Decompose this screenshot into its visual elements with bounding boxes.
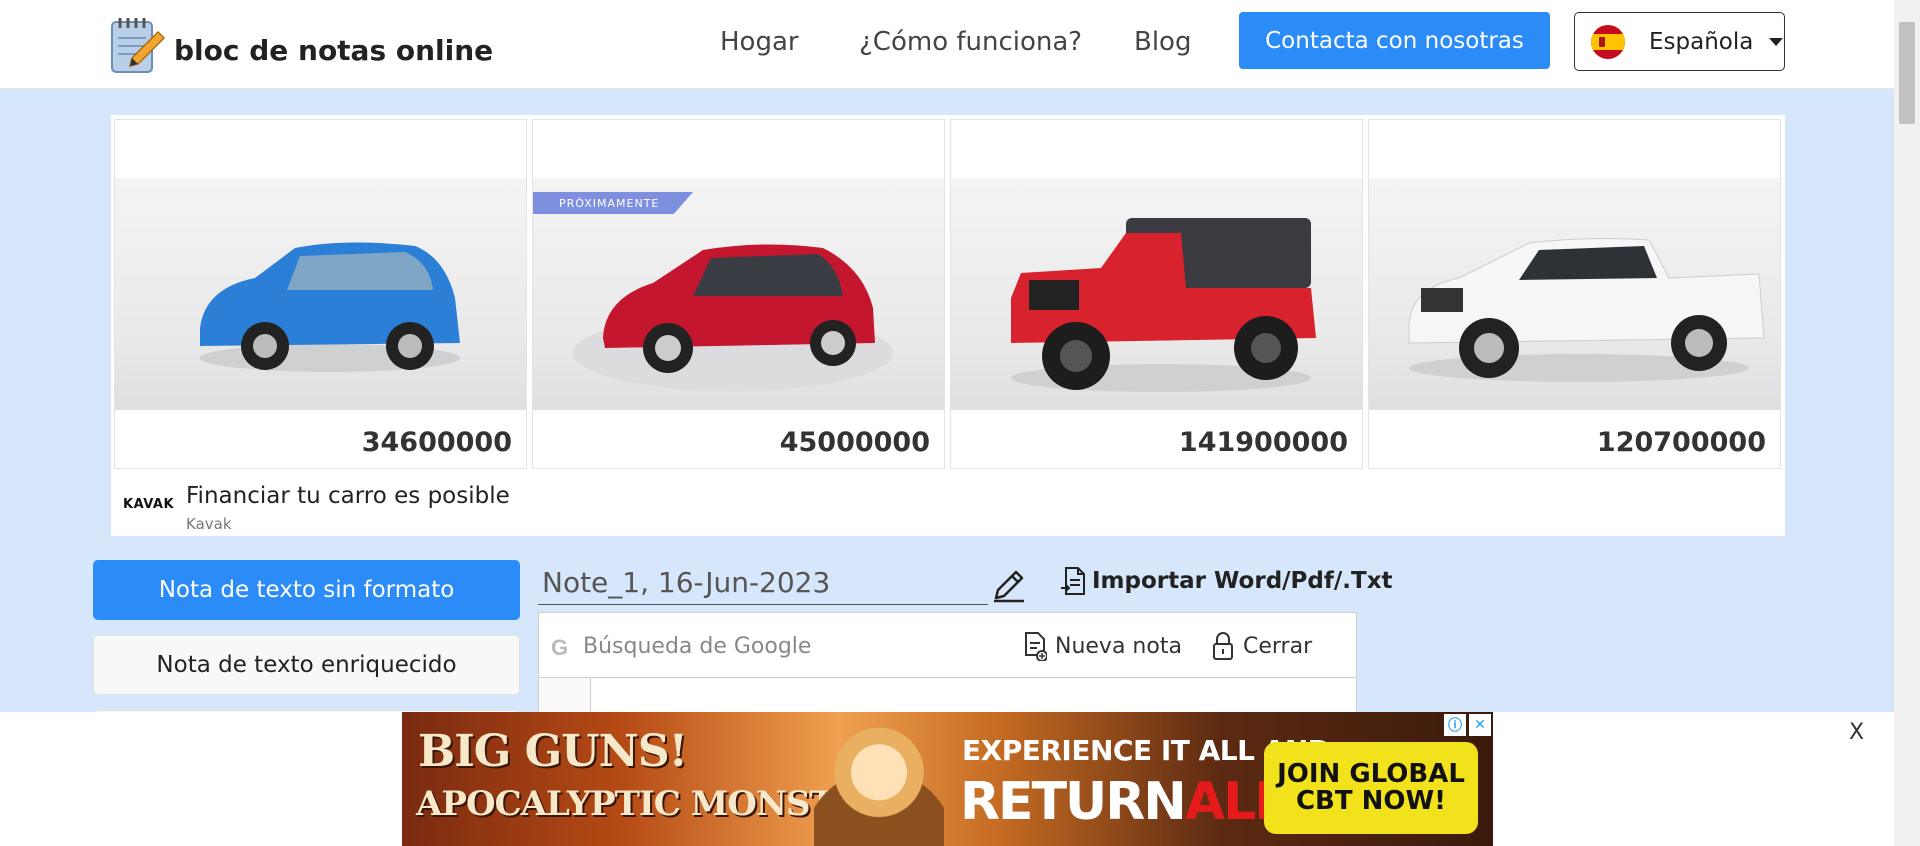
top-ad-banner[interactable]: i ✕ 34600000 PRÓXIMAMENTE 450000 [111, 115, 1785, 536]
contact-button[interactable]: Contacta con nosotras [1239, 12, 1550, 69]
car-image [1369, 178, 1780, 410]
ad-text-big-guns: BIG GUNS! [418, 726, 688, 777]
chevron-down-icon [1769, 37, 1784, 46]
notepad-icon [111, 18, 166, 73]
site-logo[interactable]: bloc de notas online [108, 14, 493, 74]
note-toolbar: G Nueva nota Cerrar [538, 612, 1357, 678]
rich-text-note-button[interactable]: Nota de texto enriquecido [93, 635, 520, 695]
ad-text-return: RETURN [960, 772, 1187, 832]
nav-link-home[interactable]: Hogar [720, 27, 799, 57]
bottom-ad-choices[interactable]: ⓘ ✕ [1444, 714, 1491, 736]
nav-link-how-it-works[interactable]: ¿Cómo funciona? [859, 27, 1082, 57]
bottom-ad-container: BIG GUNS! APOCALYPTIC MONSTERS! EXPERIEN… [0, 712, 1894, 846]
google-search-input[interactable] [583, 627, 1003, 665]
spain-flag-icon [1591, 24, 1625, 59]
coming-soon-badge: PRÓXIMAMENTE [533, 192, 693, 214]
car-price: 120700000 [1596, 427, 1766, 458]
nav-link-blog[interactable]: Blog [1134, 27, 1191, 57]
close-note-button[interactable]: Cerrar [1211, 631, 1312, 661]
car-image [951, 178, 1362, 410]
language-select[interactable]: Española [1574, 12, 1785, 71]
import-file-button[interactable]: Importar Word/Pdf/.Txt [1060, 566, 1393, 596]
bottom-ad-close-button[interactable]: X [1849, 720, 1864, 745]
close-note-label: Cerrar [1243, 633, 1313, 659]
ad-close-icon[interactable]: ✕ [1469, 714, 1491, 736]
note-title-input[interactable] [538, 560, 988, 605]
ad-car-card[interactable]: 120700000 [1368, 119, 1781, 469]
import-file-icon [1061, 567, 1085, 595]
ad-headline[interactable]: Financiar tu carro es posible [186, 483, 510, 509]
ad-car-card[interactable]: 141900000 [950, 119, 1363, 469]
car-price: 45000000 [779, 427, 930, 458]
page-scrollbar[interactable] [1894, 0, 1920, 846]
import-file-label: Importar Word/Pdf/.Txt [1092, 568, 1393, 594]
ad-car-card[interactable]: PRÓXIMAMENTE 45000000 [532, 119, 945, 469]
ad-cta-button[interactable]: JOIN GLOBAL CBT NOW! [1264, 742, 1478, 834]
ad-info-icon[interactable]: ⓘ [1444, 714, 1466, 736]
car-image [115, 178, 526, 410]
new-note-label: Nueva nota [1055, 633, 1182, 659]
ad-advertiser: Kavak [186, 515, 232, 533]
car-price: 141900000 [1178, 427, 1348, 458]
plain-text-note-button[interactable]: Nota de texto sin formato [93, 560, 520, 620]
ad-footer[interactable]: KAVAK Financiar tu carro es posible Kava… [111, 477, 1785, 536]
edit-pencil-icon[interactable] [990, 568, 1026, 604]
site-header: bloc de notas online Hogar ¿Cómo funcion… [0, 0, 1894, 89]
car-price: 34600000 [361, 427, 512, 458]
ad-car-card[interactable]: 34600000 [114, 119, 527, 469]
kavak-logo: KAVAK [123, 497, 175, 512]
ad-character-image [814, 712, 944, 846]
google-icon: G [551, 635, 569, 660]
site-logo-text: bloc de notas online [174, 33, 494, 67]
language-label: Española [1649, 28, 1754, 55]
lock-icon [1213, 632, 1233, 660]
scrollbar-thumb[interactable] [1899, 22, 1915, 124]
new-note-icon [1025, 632, 1047, 661]
new-note-button[interactable]: Nueva nota [1023, 631, 1182, 661]
bottom-ad-banner[interactable]: BIG GUNS! APOCALYPTIC MONSTERS! EXPERIEN… [402, 712, 1493, 846]
